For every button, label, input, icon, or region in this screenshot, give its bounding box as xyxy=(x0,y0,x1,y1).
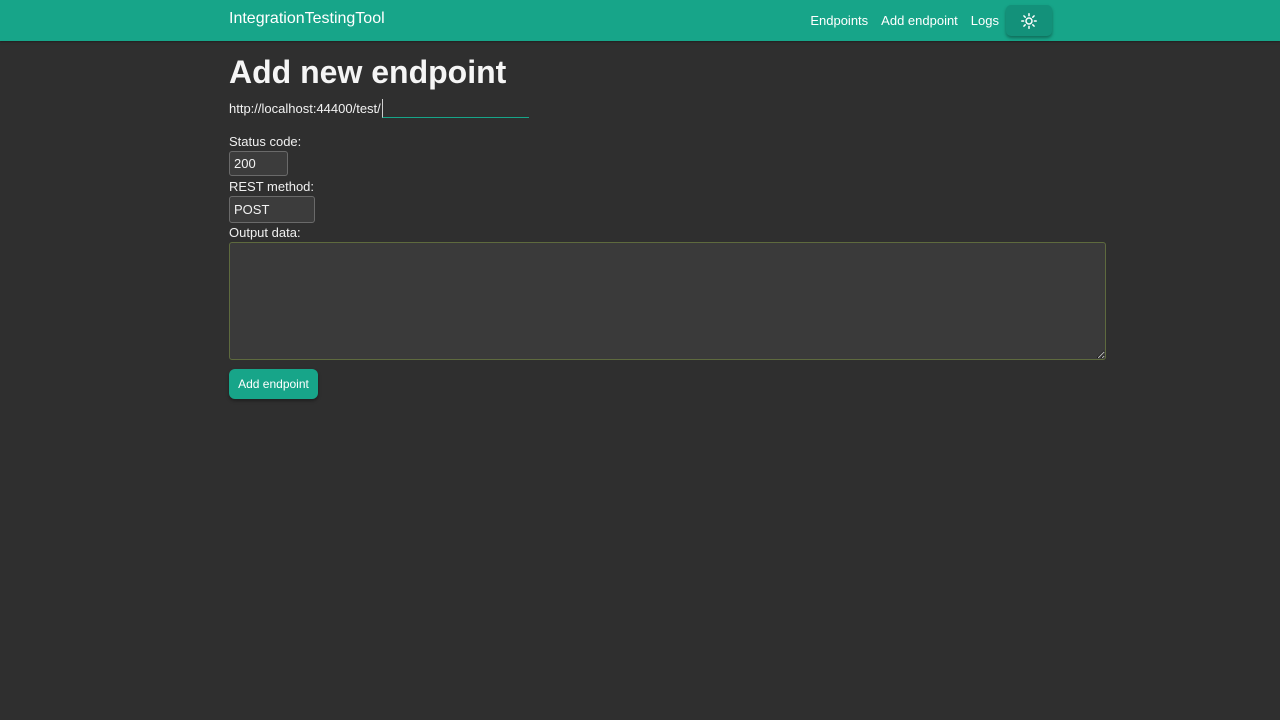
url-prefix-text: http://localhost:44400/test/ xyxy=(229,101,381,116)
rest-method-select[interactable]: POST xyxy=(229,196,315,223)
nav-link-logs[interactable]: Logs xyxy=(971,13,999,28)
page-title: Add new endpoint xyxy=(229,54,507,90)
output-data-textarea[interactable] xyxy=(229,242,1106,360)
brand-link[interactable]: IntegrationTestingTool xyxy=(229,10,385,28)
rest-method-label: REST method: xyxy=(229,179,315,194)
endpoint-path-input[interactable] xyxy=(381,99,529,118)
nav-link-add-endpoint[interactable]: Add endpoint xyxy=(881,13,958,28)
sun-icon xyxy=(1021,12,1037,29)
theme-toggle-button[interactable] xyxy=(1006,5,1052,36)
endpoint-url-row: http://localhost:44400/test/ xyxy=(229,99,529,118)
nav-links: Endpoints Add endpoint Logs xyxy=(797,0,1052,41)
output-data-label: Output data: xyxy=(229,225,301,240)
add-endpoint-button[interactable]: Add endpoint xyxy=(229,369,318,399)
status-code-label: Status code: xyxy=(229,134,302,149)
nav-link-endpoints[interactable]: Endpoints xyxy=(810,13,868,28)
top-navbar: IntegrationTestingTool Endpoints Add end… xyxy=(0,0,1280,41)
status-code-input[interactable]: 200 xyxy=(229,151,288,176)
